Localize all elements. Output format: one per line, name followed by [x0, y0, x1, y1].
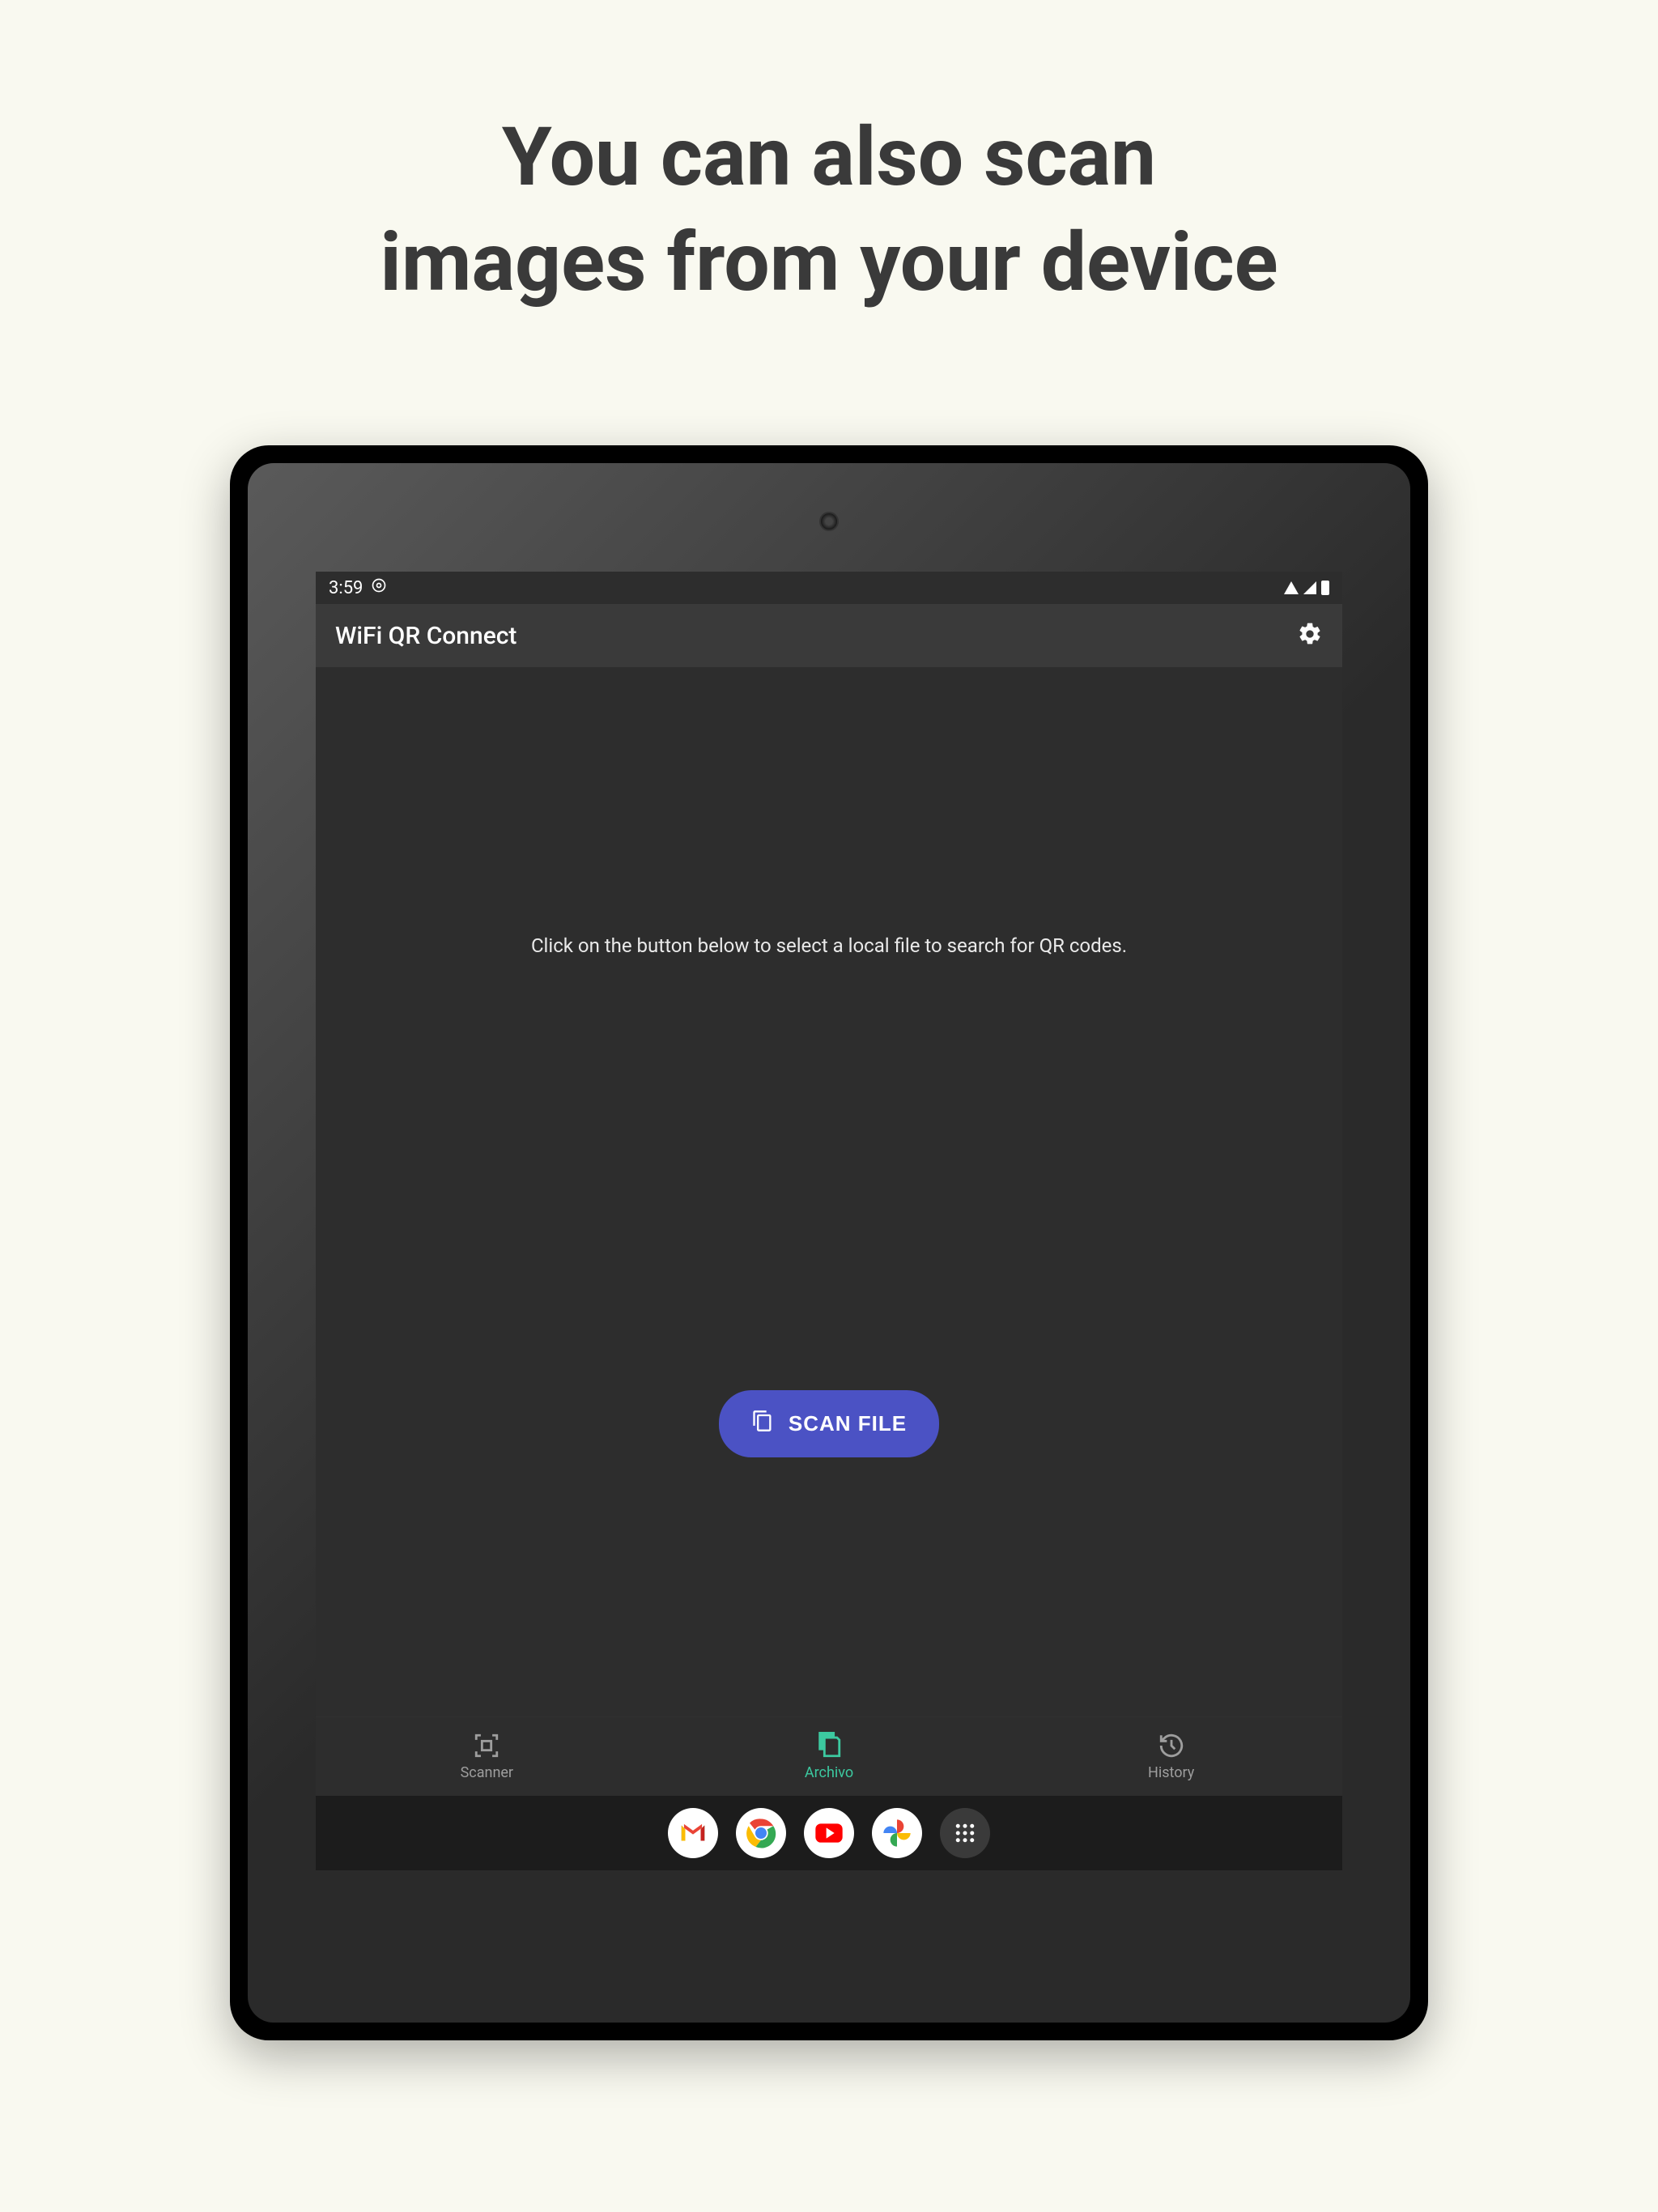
- promo-headline: You can also scan images from your devic…: [380, 105, 1278, 316]
- history-icon: [1158, 1732, 1185, 1759]
- headline-line1: You can also scan: [380, 105, 1278, 211]
- scan-button-label: SCAN FILE: [789, 1411, 907, 1436]
- nav-history-label: History: [1148, 1764, 1194, 1781]
- file-icon: [815, 1732, 843, 1759]
- instruction-text: Click on the button below to select a lo…: [531, 934, 1127, 957]
- gmail-icon[interactable]: [668, 1808, 718, 1858]
- tablet-screen: 3:59 WiFi QR Connect Click on: [316, 572, 1342, 1870]
- settings-button[interactable]: [1297, 621, 1323, 650]
- nav-archivo-label: Archivo: [805, 1764, 853, 1781]
- youtube-icon[interactable]: [804, 1808, 854, 1858]
- file-copy-icon: [751, 1410, 774, 1438]
- android-dock: [316, 1796, 1342, 1870]
- qr-scan-icon: [473, 1732, 500, 1759]
- bottom-nav: Scanner Archivo History: [316, 1716, 1342, 1796]
- tablet-bezel: 3:59 WiFi QR Connect Click on: [248, 463, 1410, 2023]
- headline-line2: images from your device: [380, 211, 1278, 316]
- photos-icon[interactable]: [872, 1808, 922, 1858]
- status-time: 3:59: [329, 578, 363, 598]
- signal-icon: [1303, 581, 1316, 594]
- nav-scanner-label: Scanner: [461, 1764, 513, 1781]
- nav-history[interactable]: History: [1000, 1732, 1342, 1781]
- nav-scanner[interactable]: Scanner: [316, 1732, 658, 1781]
- app-title: WiFi QR Connect: [335, 622, 517, 650]
- settings-status-icon: [371, 577, 387, 598]
- android-status-bar: 3:59: [316, 572, 1342, 604]
- apps-drawer-icon[interactable]: [940, 1808, 990, 1858]
- tablet-frame: 3:59 WiFi QR Connect Click on: [230, 445, 1428, 2040]
- chrome-icon[interactable]: [736, 1808, 786, 1858]
- main-content: Click on the button below to select a lo…: [316, 667, 1342, 1716]
- battery-icon: [1321, 581, 1329, 595]
- tablet-camera: [819, 512, 839, 531]
- app-bar: WiFi QR Connect: [316, 604, 1342, 667]
- nav-archivo[interactable]: Archivo: [658, 1732, 1001, 1781]
- scan-file-button[interactable]: SCAN FILE: [719, 1390, 939, 1457]
- wifi-icon: [1284, 581, 1299, 594]
